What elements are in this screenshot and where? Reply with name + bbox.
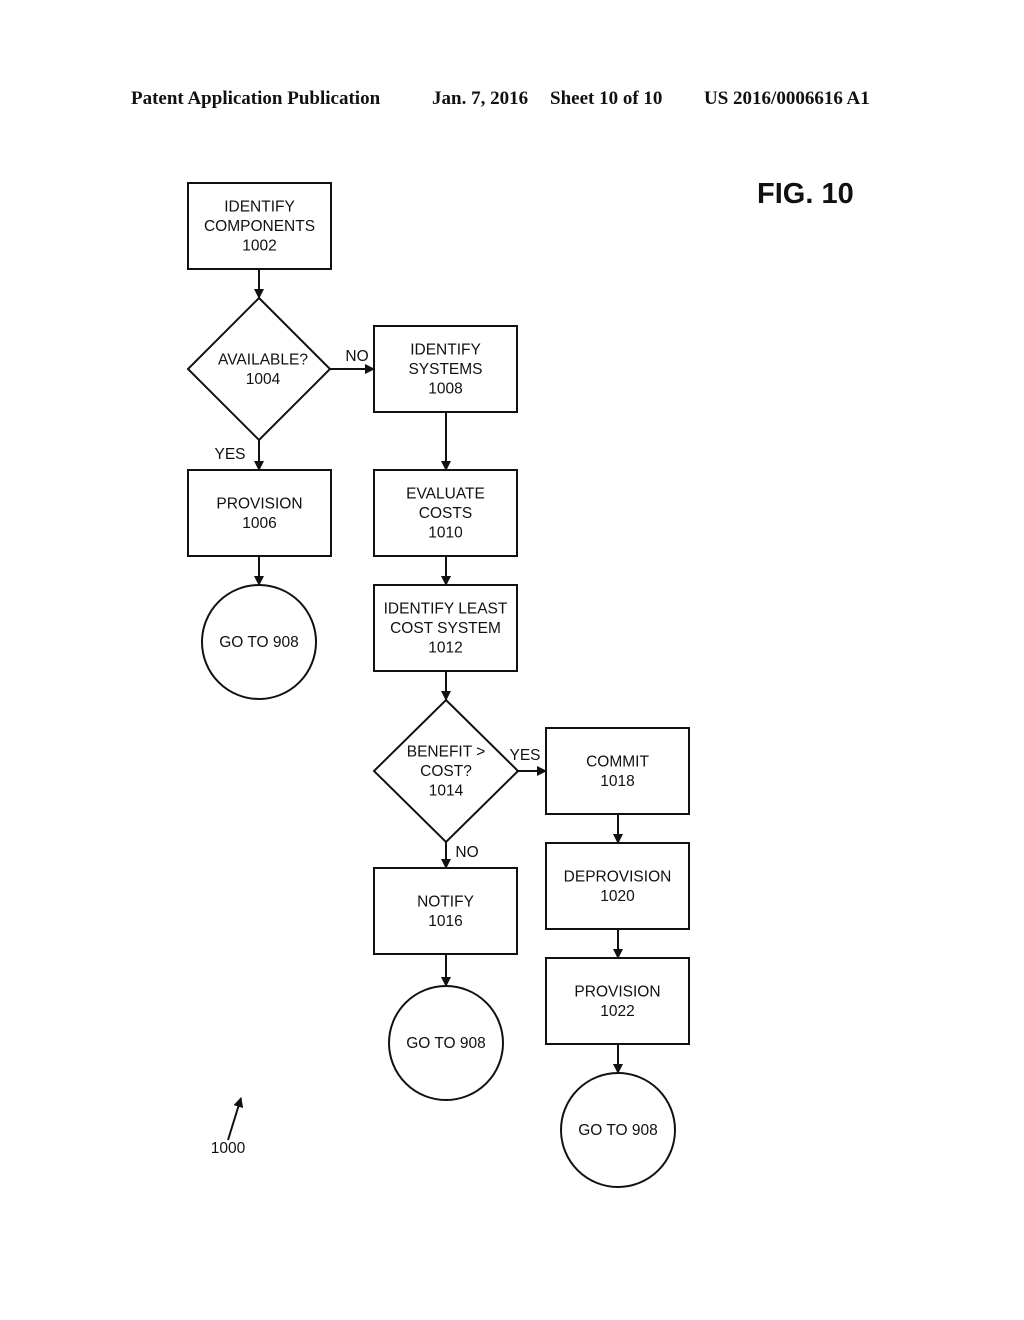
node-text: COMMIT [586, 753, 649, 770]
node-1004: AVAILABLE? 1004 [186, 296, 332, 442]
node-text: COSTS [419, 505, 472, 522]
node-text: 1018 [600, 773, 634, 790]
node-1008: IDENTIFY SYSTEMS 1008 [373, 325, 518, 413]
flowchart: YES NO YES NO IDENTIFY COMPONENTS 1002 AVAILAB… [186, 182, 690, 1188]
node-text: AVAILABLE? [218, 351, 308, 368]
node-text: GO TO 908 [406, 1035, 486, 1052]
node-text: IDENTIFY [224, 199, 295, 216]
process-box [373, 867, 518, 955]
node-text: 1006 [242, 515, 276, 532]
node-1014: BENEFIT > COST? 1014 [372, 698, 520, 844]
process-box [545, 957, 690, 1045]
node-text: 1004 [246, 371, 281, 388]
node-text: BENEFIT > [407, 744, 486, 761]
node-text: 1020 [600, 888, 635, 905]
process-box [187, 469, 332, 557]
decision-diamond [186, 296, 332, 442]
node-text: NOTIFY [417, 893, 474, 910]
node-1010: EVALUATE COSTS 1010 [373, 469, 518, 557]
reference-arrow [227, 1097, 244, 1141]
node-text: IDENTIFY LEAST [384, 601, 508, 618]
node-1016: NOTIFY 1016 [373, 867, 518, 955]
node-1022: PROVISION 1022 [545, 957, 690, 1045]
node-text: COMPONENTS [204, 218, 315, 235]
node-text: 1002 [242, 238, 276, 255]
node-text: SYSTEMS [408, 361, 482, 378]
edge-label-yes: YES [214, 446, 245, 463]
node-text: PROVISION [574, 983, 660, 1000]
node-1002: IDENTIFY COMPONENTS 1002 [187, 182, 332, 270]
node-text: 1016 [428, 913, 462, 930]
node-goto_c: GO TO 908 [560, 1072, 676, 1188]
edge-label-no: NO [345, 348, 368, 365]
node-text: PROVISION [216, 495, 302, 512]
node-1018: COMMIT 1018 [545, 727, 690, 815]
node-text: 1010 [428, 525, 463, 542]
node-text: 1012 [428, 640, 462, 657]
node-text: COST? [420, 763, 472, 780]
node-text: EVALUATE [406, 486, 485, 503]
node-goto_a: GO TO 908 [201, 584, 317, 700]
node-text: COST SYSTEM [390, 620, 501, 637]
node-text: GO TO 908 [578, 1122, 658, 1139]
node-text: 1022 [600, 1003, 634, 1020]
node-text: 1014 [429, 783, 464, 800]
node-text: IDENTIFY [410, 342, 481, 359]
process-box [545, 842, 690, 930]
node-text: DEPROVISION [564, 868, 672, 885]
edge-label-yes: YES [509, 747, 540, 764]
node-1020: DEPROVISION 1020 [545, 842, 690, 930]
node-1006: PROVISION 1006 [187, 469, 332, 557]
process-box [545, 727, 690, 815]
node-text: 1008 [428, 381, 462, 398]
node-text: GO TO 908 [219, 634, 299, 651]
node-goto_b: GO TO 908 [388, 985, 504, 1101]
edge-label-no: NO [455, 844, 478, 861]
reference-label: 1000 [211, 1140, 246, 1157]
node-1012: IDENTIFY LEAST COST SYSTEM 1012 [373, 584, 518, 672]
